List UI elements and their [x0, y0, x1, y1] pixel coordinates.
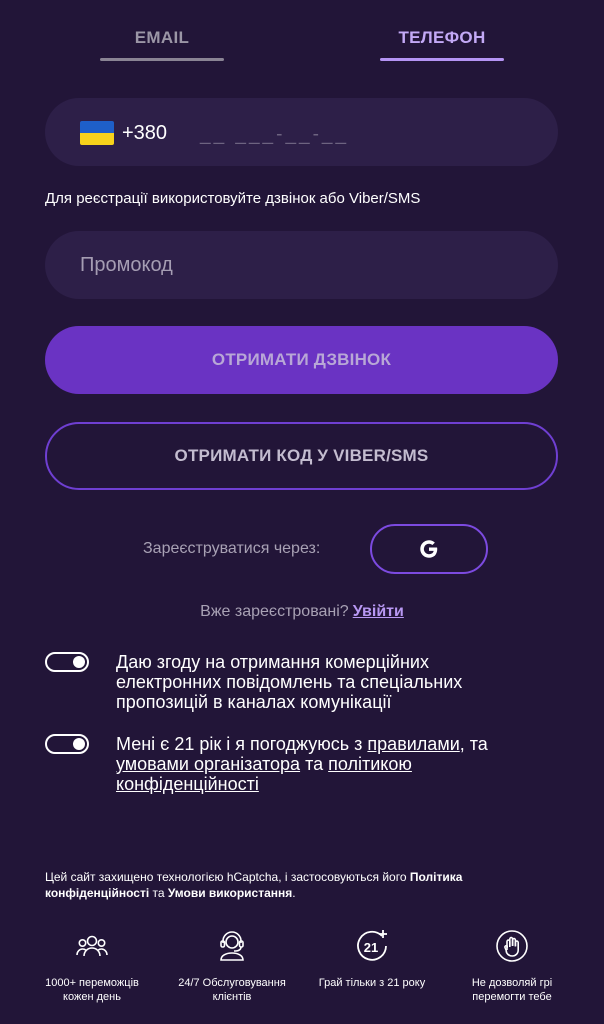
hcaptcha-terms-link[interactable]: Умови використання: [168, 886, 292, 900]
feature-responsible: Не дозволяй грі перемогти тебе: [442, 928, 582, 1004]
toggle-knob: [73, 656, 85, 668]
consent-text: , та: [459, 734, 488, 754]
users-icon: [76, 935, 108, 957]
feature-support: 24/7 Обслуговування клієнтів: [162, 928, 302, 1004]
organizer-terms-link[interactable]: умовами організатора: [116, 754, 300, 774]
marketing-consent-toggle[interactable]: [45, 652, 89, 672]
age-terms-text: Мені є 21 рік і я погоджуюсь з правилами…: [116, 734, 556, 794]
marketing-consent-text: Даю згоду на отримання комерційних елект…: [116, 652, 556, 712]
feature-label: 1000+ переможців кожен день: [22, 976, 162, 1004]
support-headset-icon: [220, 931, 244, 961]
captcha-text: Цей сайт захищено технологією hCaptcha, …: [45, 870, 410, 884]
google-icon: [420, 540, 438, 558]
login-question: Вже зареєстровані?: [200, 603, 349, 620]
consent-line: пропозицій в каналах комунікації: [116, 692, 392, 712]
age-terms-toggle[interactable]: [45, 734, 89, 754]
tab-email[interactable]: EMAIL: [100, 28, 224, 48]
feature-label-line: 1000+ переможців: [45, 977, 139, 989]
social-register-label: Зареєструватися через:: [143, 540, 321, 557]
captcha-text: .: [292, 886, 296, 900]
tab-phone-underline: [380, 58, 504, 61]
feature-label-line: клієнтів: [212, 991, 252, 1003]
auth-tabs: EMAIL ТЕЛЕФОН: [0, 0, 604, 64]
feature-label-line: 24/7 Обслуговування: [178, 977, 286, 989]
feature-label: Не дозволяй грі перемогти тебе: [442, 976, 582, 1004]
feature-label: 24/7 Обслуговування клієнтів: [162, 976, 302, 1004]
promo-code-placeholder: Промокод: [80, 254, 173, 276]
tab-email-underline: [100, 58, 224, 61]
ukraine-flag-icon[interactable]: [80, 121, 114, 145]
registration-hint: Для реєстрації використовуйте дзвінок аб…: [45, 190, 421, 207]
promo-code-input[interactable]: Промокод: [45, 231, 558, 299]
tab-phone[interactable]: ТЕЛЕФОН: [380, 28, 504, 48]
consent-text: та: [300, 754, 329, 774]
feature-age: 21 Грай тільки з 21 року: [302, 928, 442, 990]
consent-line: Даю згоду на отримання комерційних: [116, 652, 429, 672]
captcha-text: та: [149, 886, 168, 900]
phone-prefix: +380: [122, 122, 168, 144]
google-signup-button[interactable]: [370, 524, 488, 574]
privacy-policy-link-cont[interactable]: конфіденційності: [116, 774, 259, 794]
age-21-plus-icon: 21: [357, 930, 387, 961]
feature-label: Грай тільки з 21 року: [302, 976, 442, 990]
toggle-knob: [73, 738, 85, 750]
login-prompt: Вже зареєстровані? Увійти: [0, 603, 604, 621]
consent-line: умовами організатора та політикою: [116, 754, 556, 774]
feature-winners: 1000+ переможців кожен день: [22, 928, 162, 1004]
privacy-policy-link[interactable]: політикою: [328, 754, 412, 774]
svg-text:21: 21: [364, 940, 378, 955]
hcaptcha-notice: Цей сайт захищено технологією hCaptcha, …: [45, 869, 565, 901]
get-call-button[interactable]: ОТРИМАТИ ДЗВІНОК: [45, 326, 558, 394]
login-link[interactable]: Увійти: [353, 603, 404, 620]
feature-label-line: кожен день: [63, 991, 121, 1003]
stop-hand-icon: [496, 930, 528, 962]
get-viber-sms-code-button[interactable]: ОТРИМАТИ КОД У VIBER/SMS: [45, 422, 558, 490]
consent-text: Мені є 21 рік і я погоджуюсь з: [116, 734, 368, 754]
consent-line: конфіденційності: [116, 774, 556, 794]
phone-field[interactable]: +380 __ ___-__-__: [45, 98, 558, 166]
feature-label-line: Грай тільки з 21 року: [318, 977, 426, 989]
consent-line: Мені є 21 рік і я погоджуюсь з правилами…: [116, 734, 556, 754]
rules-link[interactable]: правилами: [367, 734, 459, 754]
phone-input[interactable]: __ ___-__-__: [200, 124, 349, 146]
consent-line: електронних повідомлень та спеціальних: [116, 672, 463, 692]
feature-label-line: Не дозволяй грі: [471, 977, 553, 989]
features-row: 1000+ переможців кожен день 24/7 Обслуго…: [0, 928, 604, 1018]
feature-label-line: перемогти тебе: [472, 991, 552, 1003]
